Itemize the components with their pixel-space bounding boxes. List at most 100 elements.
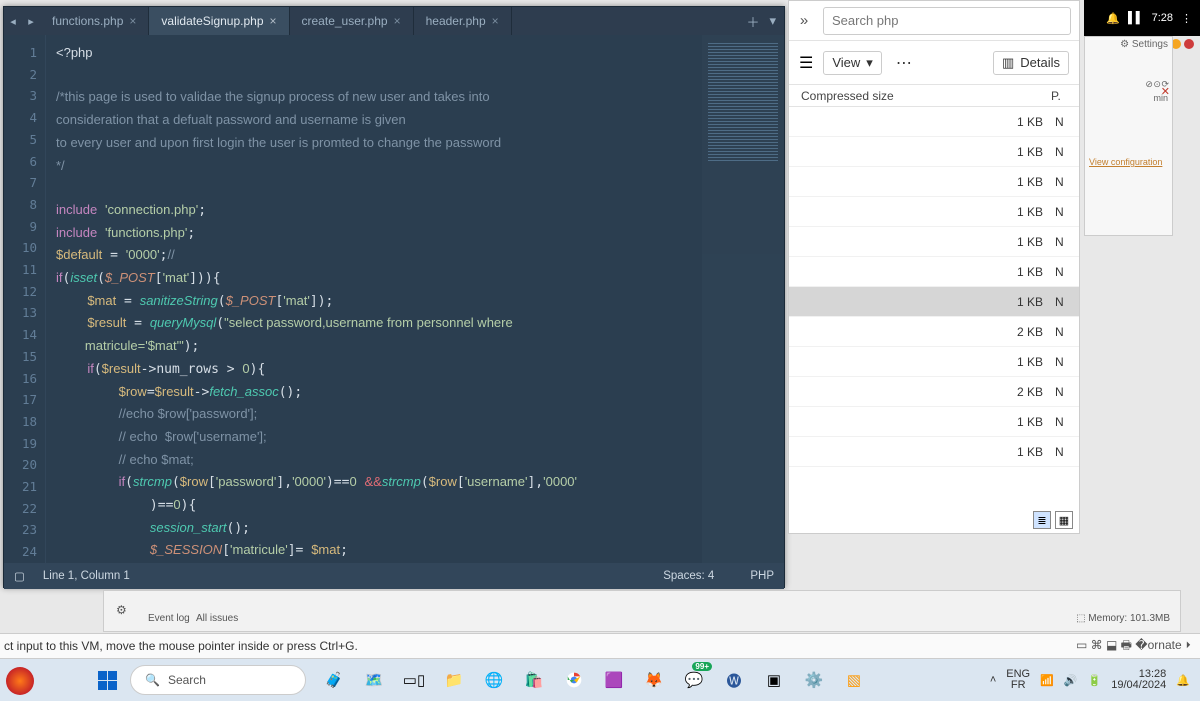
word-icon[interactable]: 🅦 bbox=[722, 668, 746, 692]
chevron-down-icon: ▾ bbox=[866, 55, 873, 71]
details-view-icon[interactable]: ≣ bbox=[1033, 511, 1051, 529]
explorer-topbar: » Search php bbox=[789, 1, 1079, 41]
terminal-icon[interactable]: ▣ bbox=[762, 668, 786, 692]
cell-size: 1 KB bbox=[789, 445, 1051, 459]
nav-back-icon[interactable]: ◂ bbox=[4, 7, 22, 35]
col-compressed-size[interactable]: Compressed size bbox=[793, 89, 1051, 103]
notifications-icon[interactable]: 🔔 bbox=[1176, 674, 1190, 687]
language-indicator[interactable]: ENGFR bbox=[1006, 669, 1030, 691]
tab-close-icon[interactable]: × bbox=[270, 14, 277, 28]
vm-status-icons[interactable]: ▭ ⌘ ⬓ 🖶 �ornate ⏵ bbox=[1076, 636, 1192, 657]
news-widget-icon[interactable] bbox=[6, 667, 34, 695]
line-gutter: 123456789101112131415161718192021222324 bbox=[4, 35, 46, 563]
details-pane-icon: ▥ bbox=[1002, 55, 1014, 71]
file-explorer-icon[interactable]: 📁 bbox=[442, 668, 466, 692]
new-tab-icon[interactable]: ＋ bbox=[746, 12, 759, 31]
all-issues-tab[interactable]: All issues bbox=[196, 613, 238, 624]
taskbar-search[interactable]: 🔍 Search bbox=[130, 665, 306, 695]
details-label: Details bbox=[1020, 55, 1060, 70]
nav-forward-icon[interactable]: ▸ bbox=[22, 7, 40, 35]
tiles-view-icon[interactable]: ▦ bbox=[1055, 511, 1073, 529]
table-row[interactable]: 1 KB N bbox=[789, 257, 1079, 287]
app-maps-icon[interactable]: 🗺️ bbox=[362, 668, 386, 692]
gear-icon[interactable]: ⚙ bbox=[116, 603, 127, 617]
table-row[interactable]: 1 KB N bbox=[789, 107, 1079, 137]
close-icon[interactable] bbox=[1184, 39, 1194, 49]
store-icon[interactable]: 🛍️ bbox=[522, 668, 546, 692]
tray-chevron-icon[interactable]: ˄ bbox=[990, 674, 996, 686]
tab-close-icon[interactable]: × bbox=[394, 14, 401, 28]
vm-hint-bar: ct input to this VM, move the mouse poin… bbox=[0, 633, 1200, 659]
copilot-icon[interactable]: 🟪 bbox=[602, 668, 626, 692]
edge-icon[interactable]: 🌐 bbox=[482, 668, 506, 692]
status-square-icon[interactable]: ▢ bbox=[14, 569, 25, 583]
table-row[interactable]: 1 KB N bbox=[789, 137, 1079, 167]
cell-size: 1 KB bbox=[789, 295, 1051, 309]
desktop: 🔔 ▌▌ 7:28 ⋮ ⚙ Settings ⊘ ⊙ ⟳ ✕ min View … bbox=[0, 0, 1200, 701]
tab-validatesignup[interactable]: validateSignup.php × bbox=[149, 7, 289, 35]
windows-taskbar: 🔍 Search 🧳 🗺️ ▭▯ 📁 🌐 🛍️ 🟪 🦊 💬99+ 🅦 ▣ ⚙️ … bbox=[0, 659, 1200, 701]
menu-icon[interactable]: ⋮ bbox=[1181, 12, 1192, 25]
cell-size: 1 KB bbox=[789, 415, 1051, 429]
sublime-icon[interactable]: ▧ bbox=[842, 668, 866, 692]
tab-close-icon[interactable]: × bbox=[129, 14, 136, 28]
cell-p: N bbox=[1051, 175, 1079, 189]
app-tray-icon[interactable]: 🧳 bbox=[322, 668, 346, 692]
cell-p: N bbox=[1051, 115, 1079, 129]
tab-close-icon[interactable]: × bbox=[492, 14, 499, 28]
table-row[interactable]: 1 KB N bbox=[789, 347, 1079, 377]
cell-p: N bbox=[1051, 265, 1079, 279]
collapse-icon[interactable]: » bbox=[789, 12, 819, 29]
col-p[interactable]: P. bbox=[1051, 89, 1079, 103]
taskbar-apps: 🧳 🗺️ ▭▯ 📁 🌐 🛍️ 🟪 🦊 💬99+ 🅦 ▣ ⚙️ ▧ bbox=[322, 668, 866, 692]
cell-p: N bbox=[1051, 445, 1079, 459]
cell-p: N bbox=[1051, 355, 1079, 369]
cell-size: 1 KB bbox=[789, 115, 1051, 129]
system-tray: ˄ ENGFR 📶 🔊 🔋 13:2819/04/2024 🔔 bbox=[990, 669, 1200, 691]
tab-create-user[interactable]: create_user.php × bbox=[290, 7, 414, 35]
file-rows: 1 KB N 1 KB N 1 KB N 1 KB N 1 KB N 1 KB … bbox=[789, 107, 1079, 467]
firefox-icon[interactable]: 🦊 bbox=[642, 668, 666, 692]
details-button[interactable]: ▥ Details bbox=[993, 51, 1069, 75]
memory-indicator[interactable]: ⬚ Memory: 101.3MB bbox=[1076, 613, 1170, 624]
start-button[interactable] bbox=[90, 663, 124, 697]
code-area[interactable]: <?php /*this page is used to validae the… bbox=[46, 35, 702, 563]
table-row[interactable]: 2 KB N bbox=[789, 377, 1079, 407]
view-configuration-link[interactable]: View configuration bbox=[1089, 157, 1162, 167]
admin-label: min bbox=[1153, 93, 1168, 103]
settings-label[interactable]: ⚙ Settings bbox=[1120, 39, 1168, 50]
table-row[interactable]: 1 KB N bbox=[789, 227, 1079, 257]
search-input[interactable]: Search php bbox=[823, 7, 1071, 35]
os-clock: 7:28 bbox=[1152, 12, 1173, 24]
status-position[interactable]: Line 1, Column 1 bbox=[43, 570, 130, 582]
table-row[interactable]: 1 KB N bbox=[789, 167, 1079, 197]
task-view-icon[interactable]: ▭▯ bbox=[402, 668, 426, 692]
table-row[interactable]: 1 KB N bbox=[789, 197, 1079, 227]
battery-icon[interactable]: 🔋 bbox=[1088, 674, 1102, 687]
tab-header[interactable]: header.php × bbox=[414, 7, 512, 35]
table-row[interactable]: 1 KB N bbox=[789, 287, 1079, 317]
chrome-icon[interactable] bbox=[562, 668, 586, 692]
table-row[interactable]: 2 KB N bbox=[789, 317, 1079, 347]
taskbar-clock[interactable]: 13:2819/04/2024 bbox=[1111, 669, 1166, 691]
search-placeholder: Search php bbox=[832, 13, 899, 28]
tab-functions[interactable]: functions.php × bbox=[40, 7, 149, 35]
volume-icon[interactable]: 🔊 bbox=[1064, 674, 1078, 687]
column-headers[interactable]: Compressed size P. bbox=[789, 85, 1079, 107]
table-row[interactable]: 1 KB N bbox=[789, 437, 1079, 467]
hamburger-icon[interactable]: ☰ bbox=[799, 53, 813, 73]
table-row[interactable]: 1 KB N bbox=[789, 407, 1079, 437]
view-dropdown[interactable]: View ▾ bbox=[823, 51, 881, 75]
status-spaces[interactable]: Spaces: 4 bbox=[663, 570, 714, 582]
settings-icon[interactable]: ⚙️ bbox=[802, 668, 826, 692]
event-log-tab[interactable]: Event log bbox=[148, 613, 190, 624]
bell-icon[interactable]: 🔔 bbox=[1106, 12, 1120, 25]
cell-size: 1 KB bbox=[789, 145, 1051, 159]
background-window: ⚙ Settings ⊘ ⊙ ⟳ ✕ min View configuratio… bbox=[1084, 36, 1173, 236]
whatsapp-icon[interactable]: 💬99+ bbox=[682, 668, 706, 692]
more-icon[interactable]: ⋯ bbox=[892, 53, 916, 73]
status-language[interactable]: PHP bbox=[750, 570, 774, 582]
tab-menu-icon[interactable]: ▾ bbox=[769, 13, 776, 29]
wifi-icon[interactable]: 📶 bbox=[1040, 674, 1054, 687]
minimap[interactable] bbox=[702, 35, 784, 563]
